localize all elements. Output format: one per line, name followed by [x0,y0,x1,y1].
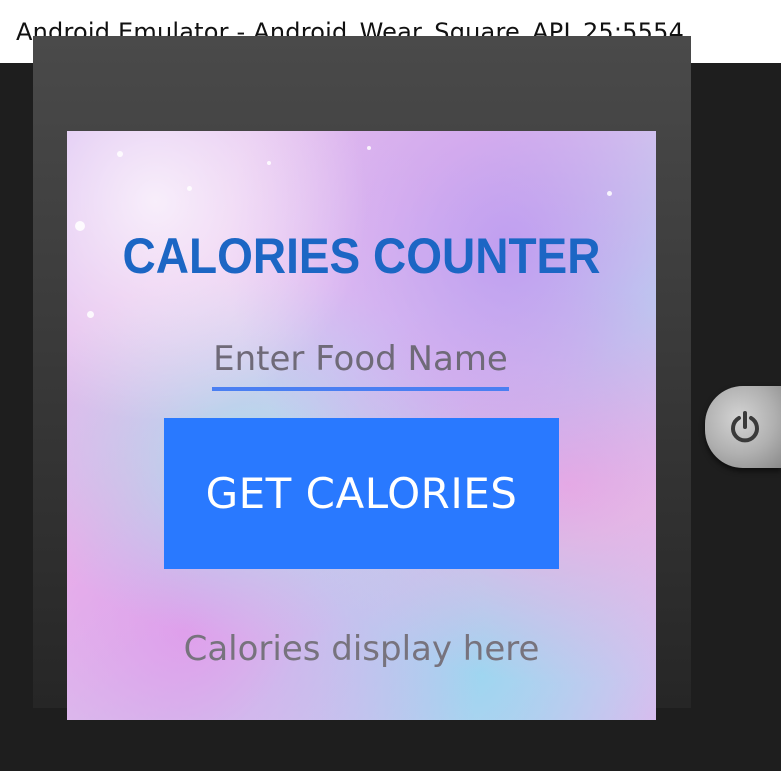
food-name-input[interactable] [212,331,509,391]
sparkle-decoration [75,221,85,231]
watch-screen: CALORIES COUNTER GET CALORIES Calories d… [67,131,656,720]
calories-result-text: Calories display here [183,629,540,669]
power-icon [731,411,759,443]
get-calories-button[interactable]: GET CALORIES [164,418,559,569]
sparkle-decoration [87,311,94,318]
sparkle-decoration [187,186,192,191]
sparkle-decoration [367,146,371,150]
sparkle-decoration [267,161,271,165]
sparkle-decoration [607,191,612,196]
sparkle-decoration [117,151,123,157]
app-title: CALORIES COUNTER [122,228,601,284]
power-button[interactable] [705,386,781,468]
